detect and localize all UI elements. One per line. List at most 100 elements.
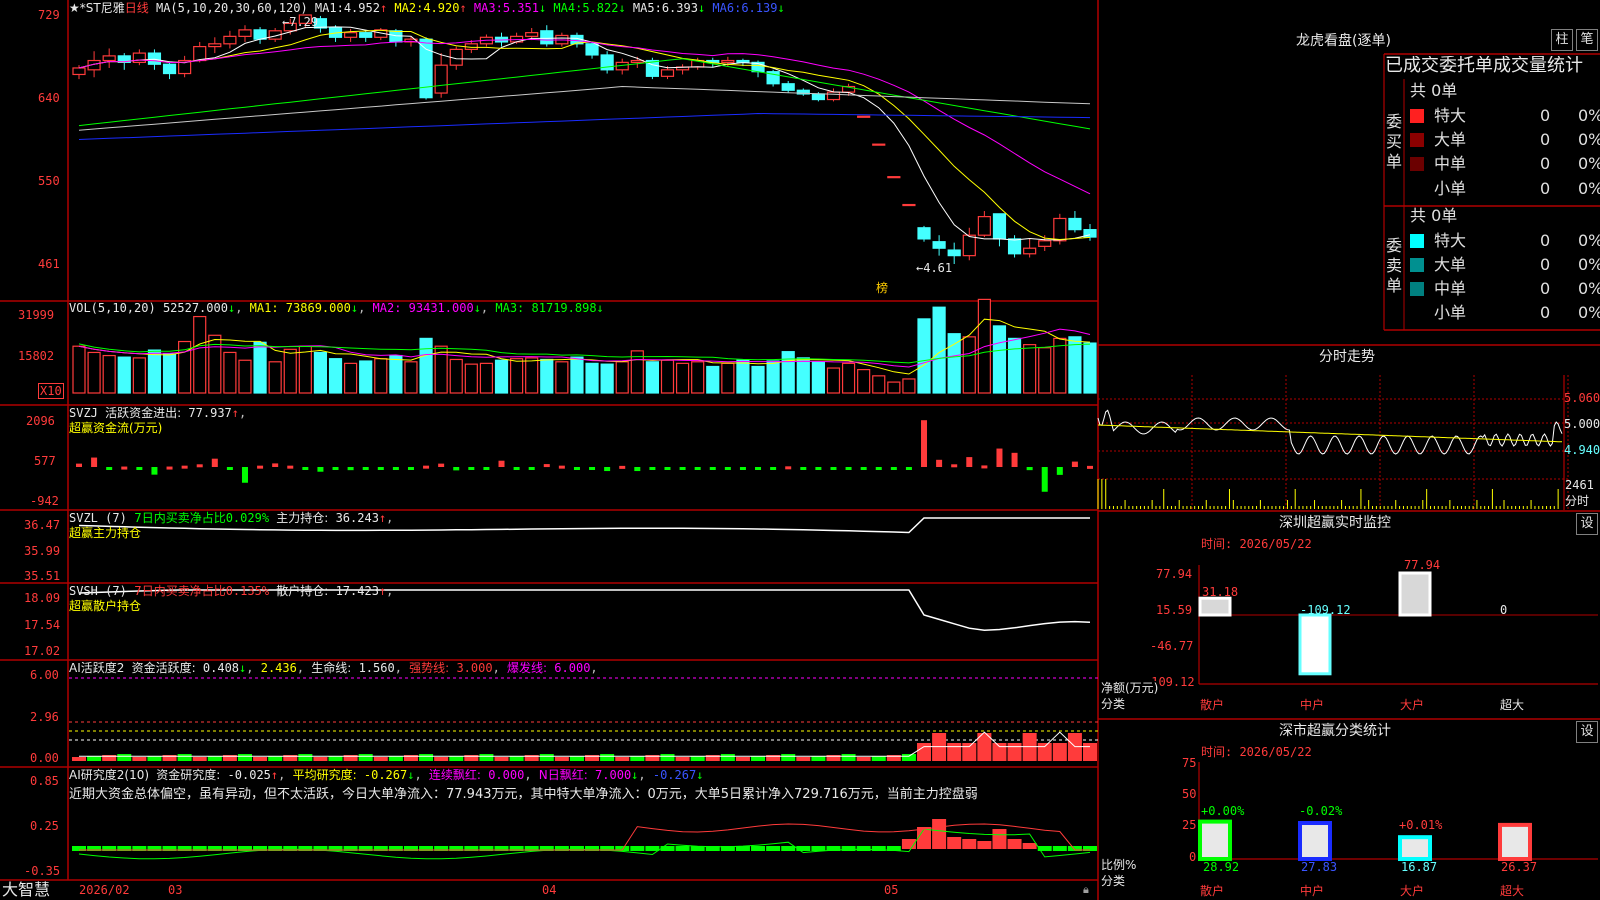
activity-bar: [554, 757, 569, 761]
price-legend: ★*ST尼雅日线 MA(5,10,20,30,60,120) MA1:4.952…: [69, 1, 785, 15]
classify-bar: [1398, 835, 1432, 861]
classify-settings-button[interactable]: 设: [1576, 721, 1598, 743]
research-bar: [1052, 846, 1067, 851]
activity-bar: [72, 757, 86, 761]
activity-bar: [992, 743, 1007, 761]
lock-icon[interactable]: 🔒︎: [1083, 883, 1089, 897]
fund-flow-bar: [121, 466, 128, 470]
classify-val-0: 28.92: [1203, 860, 1240, 874]
vol-legend: VOL(5,10,20) 52527.000↓, MA1: 73869.000↓…: [69, 301, 604, 315]
volume-bar: [947, 333, 961, 394]
fund-flow-bar: [1056, 467, 1063, 475]
classify-cat-0: 散户: [1200, 884, 1225, 898]
volume-bar: [494, 359, 509, 394]
fund-flow-bar: [226, 467, 233, 470]
period-label: 日线: [124, 1, 149, 15]
stat-header: 已成交委托单成交量统计: [1385, 56, 1583, 76]
classify-cat-1: 中户: [1300, 884, 1325, 898]
vol-tick-1: 15802: [18, 349, 55, 363]
monitor-cat-1: 中户: [1300, 698, 1325, 712]
fund-flow-bar: [875, 467, 882, 470]
dragon-tiger-mark[interactable]: 榜: [876, 281, 888, 295]
activity-bar: [539, 754, 554, 761]
candle: [540, 30, 554, 45]
fund-flow-bar: [845, 467, 852, 470]
volume-bar: [404, 361, 418, 394]
research-bar: [856, 846, 871, 851]
ai2-tick-0: 0.85: [30, 774, 59, 788]
ai2-tick-2: -0.35: [24, 864, 61, 878]
fund-flow-bar: [558, 465, 565, 469]
candle: [223, 35, 237, 45]
activity-bar: [811, 756, 826, 761]
activity-bar: [1052, 743, 1067, 761]
volume-bar: [555, 361, 569, 394]
candle: [162, 63, 177, 75]
volume-bar: [841, 362, 856, 394]
svsh-legend: SVSH (7) 7日内买卖净占比0.135% 散户持仓: 17.423↑,: [69, 584, 394, 598]
candle: [932, 241, 946, 249]
fund-flow-bar: [589, 467, 596, 470]
intraday-vol-label: 分时: [1565, 494, 1590, 508]
volume-bar: [419, 337, 433, 394]
fund-flow-bar: [468, 467, 475, 470]
svzj-tick-1: 577: [34, 454, 56, 468]
fund-flow-bar: [438, 463, 445, 467]
candle: [902, 203, 916, 207]
volume-bar: [1083, 342, 1097, 394]
volume-bar: [268, 361, 282, 394]
classify-chg-2: +0.01%: [1399, 818, 1443, 832]
intraday-tick-1: 5.000: [1564, 417, 1600, 431]
vol-unit-badge: X10: [38, 383, 64, 399]
monitor-label-2: 77.94: [1404, 558, 1441, 572]
classify-ylabel: 比例%: [1101, 858, 1137, 872]
fund-flow-bar: [543, 464, 550, 468]
monitor-label-1: -109.12: [1300, 603, 1351, 617]
volume-bar: [223, 351, 237, 394]
bar-mode-button[interactable]: 柱: [1551, 29, 1573, 51]
activity-bar: [660, 754, 675, 761]
monitor-bar: [1398, 571, 1432, 617]
activity-bar: [494, 757, 509, 761]
candle: [992, 213, 1007, 240]
fund-flow-bar: [407, 467, 414, 470]
ai1-tick-1: 2.96: [30, 710, 59, 724]
classify-tick-1: 50: [1182, 787, 1197, 801]
volume-bar: [87, 351, 101, 394]
candle: [660, 69, 675, 77]
intraday-title[interactable]: 分时走势: [1319, 350, 1375, 364]
research-bar: [962, 839, 977, 849]
x-label-0: 2026/02: [79, 883, 130, 897]
volume-bar: [313, 351, 328, 394]
fund-flow-bar: [166, 466, 173, 470]
research-bar: [675, 846, 690, 851]
volume-bar: [344, 362, 358, 394]
ma3-line: [78, 38, 1091, 195]
pen-mode-button[interactable]: 笔: [1576, 29, 1598, 51]
ai2-tick-1: 0.25: [30, 819, 59, 833]
candle: [977, 216, 991, 236]
activity-bar: [328, 756, 343, 761]
classify-tick-2: 25: [1182, 818, 1197, 832]
fund-flow-bar: [1087, 465, 1093, 469]
research-bar: [917, 827, 932, 849]
svzl-tick-0: 36.47: [24, 518, 61, 532]
research-bar: [781, 846, 796, 851]
fund-flow-bar: [709, 467, 716, 470]
buy-total: 共 0单: [1410, 81, 1458, 100]
research-bar: [1007, 839, 1022, 849]
research-bar: [1022, 843, 1037, 849]
candle: [826, 91, 841, 101]
volume-bar: [796, 357, 810, 394]
monitor-tick-2: -46.77: [1150, 639, 1194, 653]
price-tick-1: 640: [38, 91, 60, 105]
vol-tick-0: 31999: [18, 308, 55, 322]
activity-bar: [192, 757, 207, 761]
sell-color-swatch: [1410, 306, 1424, 320]
monitor-settings-button[interactable]: 设: [1576, 513, 1598, 535]
candle: [857, 115, 871, 118]
fund-flow-bar: [211, 458, 218, 467]
monitor-cat-2: 大户: [1400, 698, 1425, 712]
monitor-time: 时间: 2026/05/22: [1201, 537, 1312, 551]
fund-flow-bar: [106, 467, 113, 470]
